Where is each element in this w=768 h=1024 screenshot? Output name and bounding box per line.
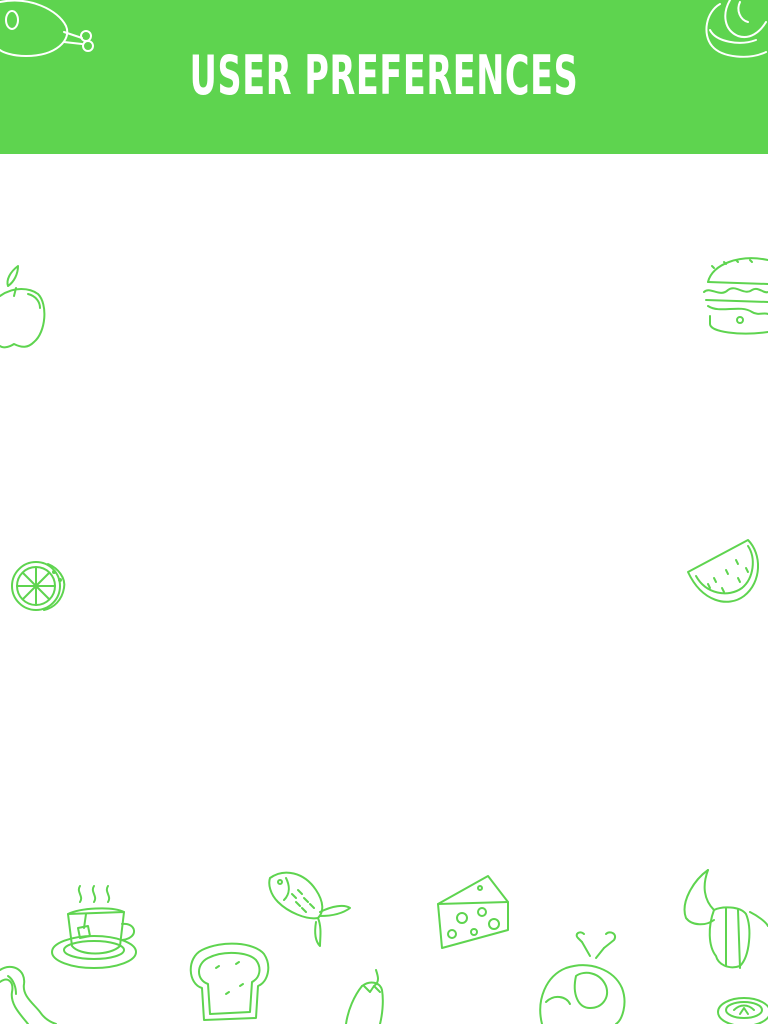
lemon-slice-icon <box>11 561 66 611</box>
bacon-icon <box>0 965 57 1024</box>
apple-icon <box>0 265 46 349</box>
sushi-roll-icon <box>717 997 768 1024</box>
pretzel-icon <box>705 0 767 58</box>
roast-chicken-icon <box>539 931 626 1024</box>
burger-icon <box>703 257 768 335</box>
watermelon-slice-icon <box>687 539 760 603</box>
fish-icon <box>268 871 351 947</box>
page-title: USER PREFERENCES <box>189 44 579 107</box>
ham-leg-icon <box>0 0 94 57</box>
header-banner: USER PREFERENCES <box>0 0 768 154</box>
croissant-icon <box>683 869 768 969</box>
toast-icon <box>189 942 270 1021</box>
cheese-icon <box>437 875 509 949</box>
tea-cup-icon <box>51 885 137 969</box>
eggplant-icon <box>345 969 384 1024</box>
